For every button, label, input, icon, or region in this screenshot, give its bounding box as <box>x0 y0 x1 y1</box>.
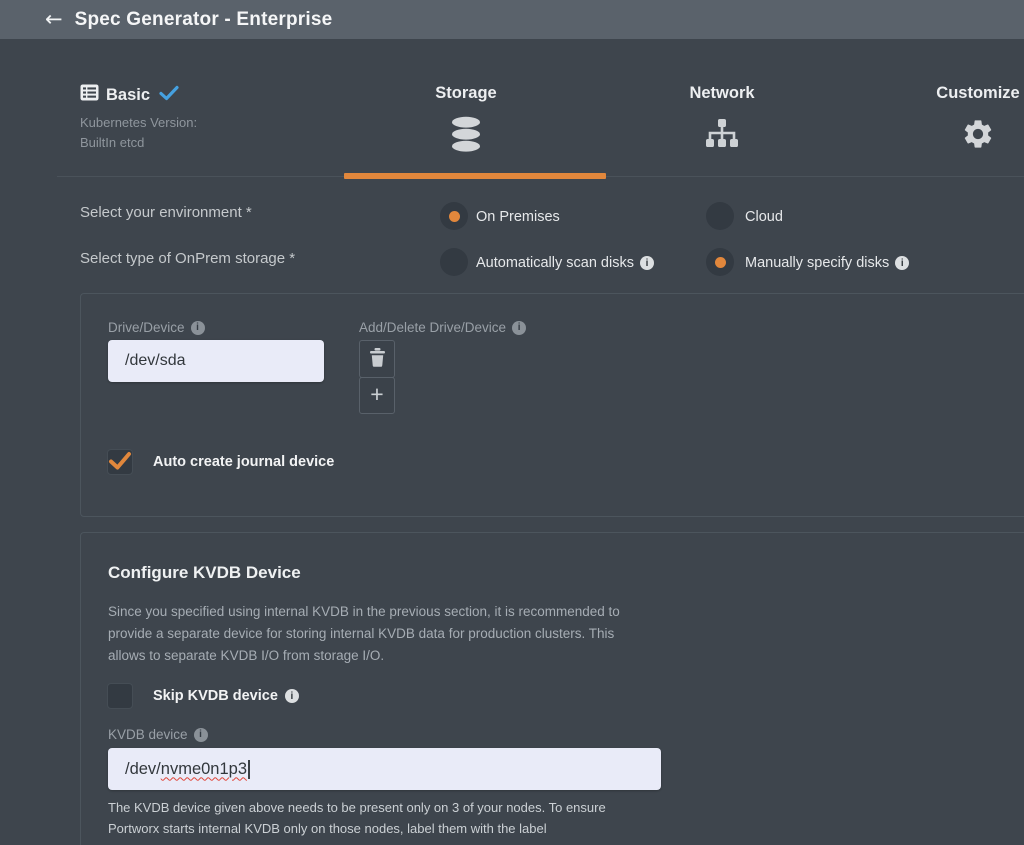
kvdb-device-value-misspelled: nvme0n1p3 <box>161 760 247 779</box>
page-title: Spec Generator - Enterprise <box>75 9 333 31</box>
auto-journal-checkbox[interactable] <box>107 449 133 475</box>
tab-storage-label: Storage <box>338 84 594 103</box>
tab-basic-subtitle-1: Kubernetes Version: <box>80 116 197 129</box>
info-icon[interactable]: i <box>640 256 654 270</box>
info-icon[interactable]: i <box>194 728 208 742</box>
tab-basic-label: Basic <box>106 86 150 105</box>
tab-customize[interactable]: Customize <box>850 84 1024 155</box>
kvdb-card: Configure KVDB Device Since you specifie… <box>80 532 1024 845</box>
kvdb-note: The KVDB device given above needs to be … <box>108 798 708 845</box>
radio-on-premises[interactable] <box>440 202 468 230</box>
kvdb-device-input[interactable]: /dev/nvme0n1p3 <box>108 748 661 790</box>
topbar: ← Spec Generator - Enterprise <box>0 0 1024 39</box>
drive-device-card: Drive/Devicei /dev/sda Add/Delete Drive/… <box>80 293 1024 517</box>
tab-customize-label: Customize <box>850 84 1024 103</box>
plus-icon: + <box>370 383 383 406</box>
kvdb-node-label-code: px/metadata-node=true <box>108 841 708 845</box>
info-icon[interactable]: i <box>512 321 526 335</box>
back-arrow-icon[interactable]: ← <box>45 9 63 30</box>
radio-cloud[interactable] <box>706 202 734 230</box>
auto-journal-label: Auto create journal device <box>153 454 334 470</box>
tab-network[interactable]: Network <box>594 84 850 157</box>
list-icon <box>80 84 99 106</box>
completed-check-icon <box>159 85 179 106</box>
sitemap-icon <box>594 119 850 157</box>
skip-kvdb-label: Skip KVDB devicei <box>153 688 299 704</box>
kvdb-device-label: KVDB devicei <box>108 727 208 742</box>
skip-kvdb-checkbox[interactable] <box>107 683 133 709</box>
tab-basic[interactable]: Basic Kubernetes Version: BuiltIn etcd <box>80 84 197 149</box>
info-icon[interactable]: i <box>191 321 205 335</box>
kvdb-section-title: Configure KVDB Device <box>108 563 301 583</box>
radio-manually-specify-disks-label: Manually specify disksi <box>745 255 909 271</box>
tab-basic-subtitle-2: BuiltIn etcd <box>80 136 197 149</box>
radio-dot <box>449 211 460 222</box>
info-icon[interactable]: i <box>285 689 299 703</box>
radio-on-premises-label: On Premises <box>476 209 560 225</box>
database-icon <box>338 116 594 154</box>
active-tab-indicator <box>344 173 606 179</box>
radio-manually-specify-disks[interactable] <box>706 248 734 276</box>
trash-icon <box>369 348 386 370</box>
radio-auto-scan-disks-label: Automatically scan disksi <box>476 255 654 271</box>
drive-device-input[interactable]: /dev/sda <box>108 340 324 382</box>
storage-type-label: Select type of OnPrem storage * <box>80 250 295 267</box>
info-icon[interactable]: i <box>895 256 909 270</box>
kvdb-description: Since you specified using internal KVDB … <box>108 601 708 667</box>
delete-drive-button[interactable] <box>359 340 395 378</box>
drive-device-label: Drive/Devicei <box>108 320 205 335</box>
radio-cloud-label: Cloud <box>745 209 783 225</box>
add-delete-label: Add/Delete Drive/Devicei <box>359 320 526 335</box>
gear-icon <box>850 117 1024 155</box>
radio-auto-scan-disks[interactable] <box>440 248 468 276</box>
environment-label: Select your environment * <box>80 204 252 221</box>
text-caret <box>248 760 250 779</box>
tab-storage[interactable]: Storage <box>338 84 594 154</box>
radio-dot <box>715 257 726 268</box>
add-drive-button[interactable]: + <box>359 377 395 414</box>
spec-generator-screen: ← Spec Generator - Enterprise Basic <box>0 0 1024 845</box>
tab-network-label: Network <box>594 84 850 103</box>
check-icon <box>107 450 133 477</box>
